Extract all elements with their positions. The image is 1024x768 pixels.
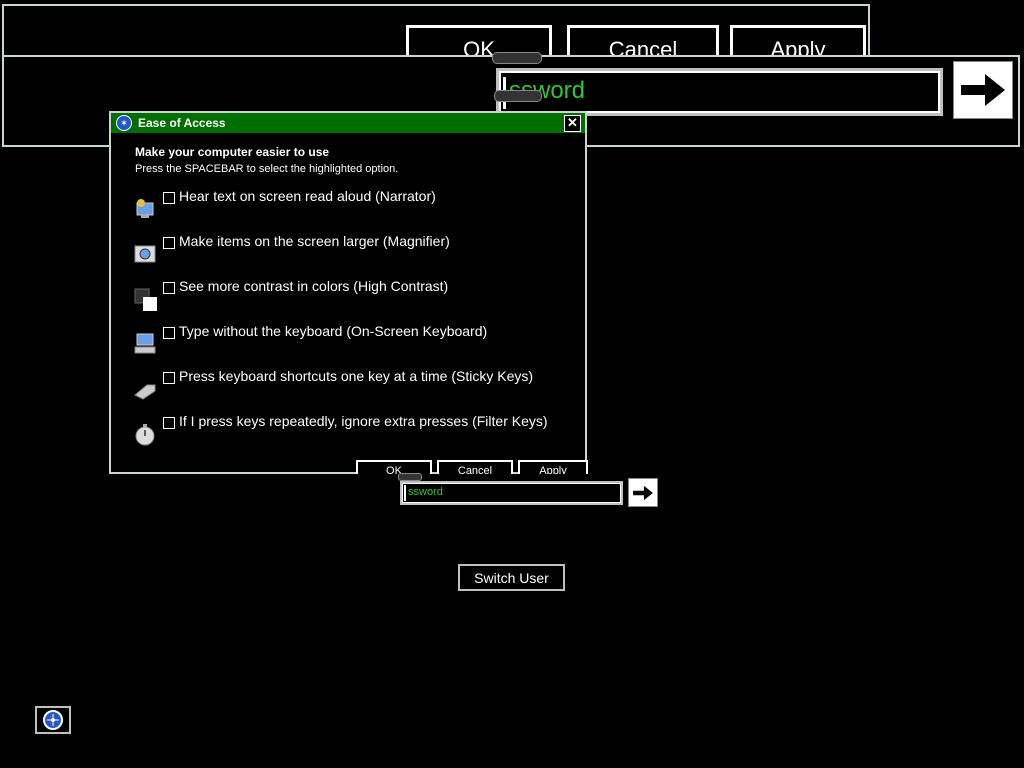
option-label: Hear text on screen read aloud (Narrator… bbox=[179, 188, 436, 204]
on-screen-keyboard-icon bbox=[134, 333, 156, 354]
magnified-submit-arrow-button[interactable] bbox=[953, 61, 1013, 119]
high-contrast-checkbox[interactable] bbox=[163, 282, 175, 294]
cancel-button[interactable]: Cancel bbox=[437, 460, 513, 474]
option-label: Type without the keyboard (On-Screen Key… bbox=[179, 323, 488, 339]
password-placeholder: ssword bbox=[408, 486, 443, 498]
magnified-password-field[interactable]: ssword bbox=[496, 68, 943, 116]
option-filter-keys[interactable]: If I press keys repeatedly, ignore extra… bbox=[131, 413, 571, 452]
option-on-screen-keyboard[interactable]: Type without the keyboard (On-Screen Key… bbox=[131, 323, 571, 362]
password-field[interactable]: ssword bbox=[400, 481, 623, 505]
option-label: Press keyboard shortcuts one key at a ti… bbox=[179, 368, 534, 384]
filter-keys-checkbox[interactable] bbox=[163, 417, 175, 429]
ease-of-access-icon: ✶ bbox=[116, 115, 132, 131]
text-caret bbox=[404, 485, 406, 501]
ease-of-access-button[interactable] bbox=[35, 706, 71, 734]
option-narrator[interactable]: Hear text on screen read aloud (Narrator… bbox=[131, 188, 571, 227]
on-screen-keyboard-checkbox[interactable] bbox=[163, 327, 175, 339]
ease-of-access-icon bbox=[43, 710, 63, 730]
option-label: Make items on the screen larger (Magnifi… bbox=[179, 233, 450, 249]
right-arrow-icon bbox=[961, 74, 1005, 106]
magnified-cancel-button[interactable]: Cancel bbox=[567, 25, 719, 57]
narrator-icon bbox=[136, 199, 154, 218]
dialog-title-bar: ✶ Ease of Access ✕ bbox=[111, 113, 585, 133]
magnified-cursor-handle bbox=[492, 52, 542, 64]
magnified-cursor-handle bbox=[494, 90, 542, 102]
sticky-keys-icon bbox=[134, 384, 156, 400]
close-button[interactable]: ✕ bbox=[564, 115, 581, 132]
magnifier-icon bbox=[134, 245, 156, 263]
cursor-handle bbox=[398, 473, 422, 481]
dialog-title: Ease of Access bbox=[138, 116, 226, 130]
switch-user-button[interactable]: Switch User bbox=[458, 564, 565, 591]
narrator-checkbox[interactable] bbox=[163, 192, 175, 204]
right-arrow-icon bbox=[633, 485, 653, 500]
high-contrast-icon bbox=[134, 288, 157, 311]
dialog-subheading: Press the SPACEBAR to select the highlig… bbox=[135, 163, 399, 175]
ok-button[interactable]: OK bbox=[356, 460, 432, 474]
submit-arrow-button[interactable] bbox=[628, 478, 658, 507]
option-high-contrast[interactable]: See more contrast in colors (High Contra… bbox=[131, 278, 571, 317]
option-label: If I press keys repeatedly, ignore extra… bbox=[179, 413, 548, 429]
ease-of-access-dialog: ✶ Ease of Access ✕ Make your computer ea… bbox=[109, 111, 588, 474]
filter-keys-icon bbox=[135, 424, 155, 446]
option-sticky-keys[interactable]: Press keyboard shortcuts one key at a ti… bbox=[131, 368, 571, 407]
option-magnifier[interactable]: Make items on the screen larger (Magnifi… bbox=[131, 233, 571, 272]
sticky-keys-checkbox[interactable] bbox=[163, 372, 175, 384]
option-label: See more contrast in colors (High Contra… bbox=[179, 278, 449, 294]
magnified-apply-button[interactable]: Apply bbox=[730, 25, 866, 57]
dialog-heading: Make your computer easier to use bbox=[135, 145, 330, 159]
magnifier-checkbox[interactable] bbox=[163, 237, 175, 249]
apply-button[interactable]: Apply bbox=[518, 460, 588, 474]
